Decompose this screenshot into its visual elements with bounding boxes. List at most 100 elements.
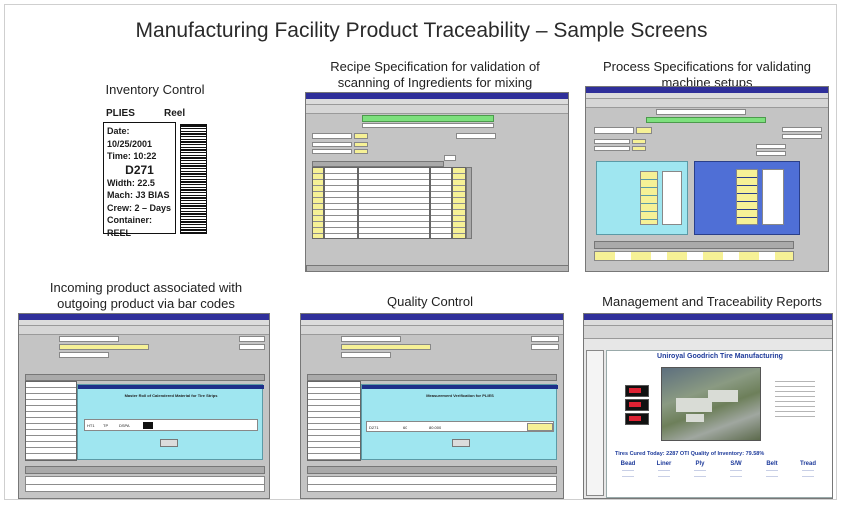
quality-caption: Quality Control [387, 294, 473, 309]
report-side-notes [775, 377, 815, 417]
recipe-grid-scrollbar[interactable] [466, 167, 472, 239]
incoming-bottom-header [25, 466, 265, 474]
process-left-values [662, 171, 682, 225]
quality-row-measurement [527, 423, 553, 431]
inventory-caption: Inventory Control [105, 82, 205, 97]
incoming-row-value: DSPA [119, 423, 130, 428]
incoming-bottom-rows [25, 476, 265, 492]
report-column: Liner ——— ——— [649, 461, 679, 479]
incoming-field [59, 352, 109, 358]
process-field [636, 127, 652, 134]
quality-grid [307, 381, 361, 461]
recipe-grid-index [312, 167, 324, 239]
process-field [594, 127, 634, 134]
incoming-field [59, 344, 149, 350]
process-screen [585, 86, 829, 272]
recipe-grid-col [430, 167, 452, 239]
incoming-screen: Master Roll of Calendered Material for T… [18, 313, 270, 499]
process-toolbar [586, 99, 828, 108]
label-time: Time: 10:22 [107, 151, 157, 161]
facility-photo [661, 367, 761, 441]
report-column: S/W ——— ——— [721, 461, 751, 479]
process-left-values [640, 171, 658, 225]
quality-field [531, 336, 559, 342]
label-plies: PLIES [106, 108, 135, 119]
quality-bottom-header [307, 466, 557, 474]
incoming-row-value: TP [103, 423, 109, 428]
incoming-row-highlight [143, 422, 153, 429]
recipe-grid-col [452, 167, 466, 239]
process-field [632, 139, 646, 144]
incoming-field [239, 336, 265, 342]
process-header-bar [646, 117, 766, 123]
incoming-popup-title: Master Roll of Calendered Material for T… [124, 393, 218, 398]
quality-toolbar [301, 326, 563, 335]
report-page: Uniroyal Goodrich Tire Manufacturing Tir… [606, 350, 832, 498]
label-container: Container: REEL [107, 215, 152, 238]
process-right-values [736, 169, 758, 225]
recipe-field [312, 133, 352, 139]
recipe-field [312, 149, 352, 154]
process-field [594, 139, 630, 144]
process-caption-line1: Process Specifications for validating [602, 59, 812, 74]
report-title: Uniroyal Goodrich Tire Manufacturing [657, 353, 783, 360]
incoming-row-value: HT1 [87, 423, 95, 428]
quality-row-value: 60 [403, 425, 408, 430]
popup-title-bar [78, 385, 264, 389]
quality-ok-button[interactable] [452, 439, 470, 447]
recipe-field [354, 133, 368, 139]
label-body: Date: 10/25/2001 Time: 10:22 D271 Width:… [103, 122, 176, 238]
label-crew: Crew: 2 – Days [107, 202, 172, 213]
report-stats: Tires Cured Today: 2287 OTI Quality of I… [615, 451, 765, 457]
process-field [756, 151, 786, 156]
recipe-caption: Recipe Specification for validation of s… [300, 59, 570, 91]
quality-field [341, 352, 391, 358]
recipe-status-bar [306, 265, 568, 271]
quality-popup-row: D271 60 80.000 [366, 421, 554, 432]
quality-row-value: D271 [369, 425, 379, 430]
recipe-grid-col [324, 167, 358, 239]
report-gauge [625, 399, 649, 411]
incoming-toolbar [19, 326, 269, 335]
process-header [656, 109, 746, 115]
process-field [782, 134, 822, 139]
process-field [594, 146, 630, 151]
recipe-side-box [444, 155, 456, 161]
incoming-field [239, 344, 265, 350]
quality-popup-title: Measurement Verification for PLIES [426, 393, 494, 398]
recipe-caption-line2: scanning of Ingredients for mixing [337, 75, 533, 90]
label-mach: Mach: J3 BIAS [107, 190, 170, 200]
barcode-graphic [180, 124, 207, 234]
quality-field [341, 344, 431, 350]
process-bottom-header [594, 241, 794, 249]
reports-caption: Management and Traceability Reports [602, 294, 822, 309]
process-field [756, 144, 786, 149]
recipe-field [456, 133, 496, 139]
quality-field [341, 336, 401, 342]
process-right-values [762, 169, 784, 225]
reports-side-pane [586, 350, 604, 496]
recipe-grid-col [358, 167, 430, 239]
quality-popup: Measurement Verification for PLIES D271 … [361, 384, 558, 460]
page-title: Manufacturing Facility Product Traceabil… [135, 19, 708, 42]
recipe-screen [305, 92, 569, 272]
recipe-toolbar [306, 105, 568, 114]
reports-screen: Uniroyal Goodrich Tire Manufacturing Tir… [583, 313, 833, 499]
label-width: Width: 22.5 [107, 177, 155, 188]
incoming-caption-line1: Incoming product associated with [49, 280, 243, 295]
recipe-subheader [362, 123, 494, 128]
quality-bottom-rows [307, 476, 557, 492]
popup-title-bar [362, 385, 558, 389]
label-code: D271 [125, 162, 154, 177]
incoming-grid-header [25, 374, 265, 381]
recipe-field [354, 142, 368, 147]
incoming-ok-button[interactable] [160, 439, 178, 447]
quality-grid-header [307, 374, 557, 381]
recipe-field [354, 149, 368, 154]
incoming-grid [25, 381, 77, 461]
recipe-caption-line1: Recipe Specification for validation of [330, 59, 540, 74]
incoming-popup-row: HT1 TP DSPA [84, 419, 258, 431]
process-field [632, 146, 646, 151]
report-gauge [625, 385, 649, 397]
report-column: Belt ——— ——— [757, 461, 787, 479]
